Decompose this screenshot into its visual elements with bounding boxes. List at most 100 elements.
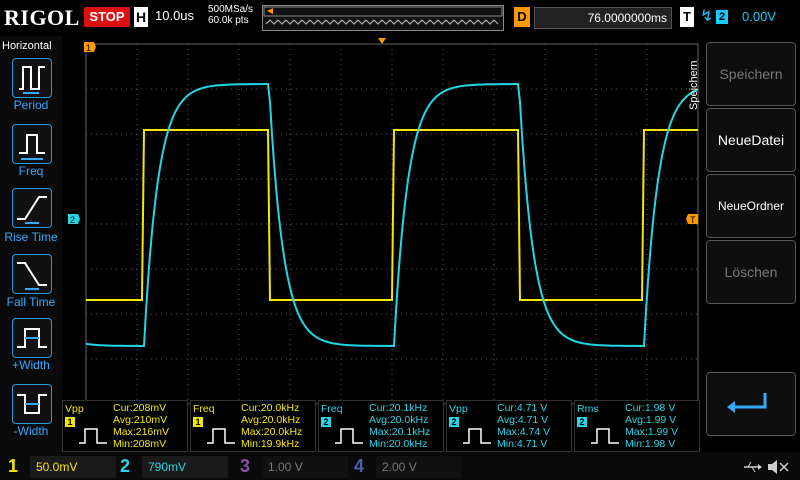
right-menu-title: Speichern — [688, 60, 700, 110]
sample-rate: 500MSa/s — [208, 4, 254, 15]
channel-1-scale[interactable]: 50.0mV — [30, 456, 116, 478]
measurement-channel: 2 — [449, 417, 459, 427]
channel-3-number[interactable]: 3 — [240, 454, 250, 478]
rise-time-button[interactable] — [12, 188, 52, 228]
memory-points: 60.0k pts — [208, 15, 249, 26]
measurement-icon — [207, 428, 235, 444]
measurement-name: Vpp — [65, 403, 84, 415]
channel-4-number[interactable]: 4 — [354, 454, 364, 478]
measurement-avg: Avg:4.71 V — [497, 414, 549, 426]
neg-width-button[interactable] — [12, 384, 52, 424]
measurement-cur: Cur:1.98 V — [625, 402, 676, 414]
measurement-icon — [591, 428, 619, 444]
channel-2-marker[interactable]: 2 — [68, 214, 80, 225]
pos-width-icon — [17, 328, 47, 348]
freq-label: Freq — [18, 164, 44, 178]
ch2-marker-label: 2 — [70, 215, 75, 225]
enter-return-icon — [727, 393, 767, 413]
measurement-min: Min:4.71 V — [497, 438, 548, 450]
speichern-button[interactable]: Speichern — [706, 42, 796, 106]
measurement-channel: 2 — [577, 417, 587, 427]
usb-icon — [744, 461, 762, 473]
trigger-channel: 2 — [716, 10, 728, 24]
measurement-min: Min:208mV — [113, 438, 167, 450]
speaker-mute-icon — [768, 460, 789, 474]
channel-2-scale[interactable]: 790mV — [142, 456, 228, 478]
measurement-max: Max:216mV — [113, 426, 170, 438]
waveform-display[interactable]: 1 2 T — [62, 36, 700, 452]
enter-button[interactable] — [706, 372, 796, 436]
pos-width-label: +Width — [12, 358, 50, 372]
period-label: Period — [13, 98, 49, 112]
period-button[interactable] — [12, 58, 52, 98]
channel-2-number[interactable]: 2 — [120, 454, 130, 478]
measurement-min: Min:19.9kHz — [241, 438, 300, 450]
measurement-cur: Cur:20.1kHz — [369, 402, 428, 414]
measurement-avg: Avg:210mV — [113, 414, 168, 426]
trigger-label: T — [680, 7, 694, 27]
pos-width-button[interactable] — [12, 318, 52, 358]
fall-time-button[interactable] — [12, 254, 52, 294]
measurement-name: Rms — [577, 403, 599, 415]
horizontal-label: H — [134, 7, 148, 27]
measurement-channel: 1 — [65, 417, 75, 427]
period-icon — [19, 66, 45, 94]
run-stop-indicator[interactable]: STOP — [84, 7, 130, 27]
status-icons — [744, 460, 789, 474]
timebase-value[interactable]: 10.0us — [155, 8, 194, 23]
measurement-channel: 1 — [193, 417, 203, 427]
memory-waveform-preview — [263, 6, 503, 25]
neg-width-icon — [17, 394, 47, 414]
measurement-icon — [335, 428, 363, 444]
measurement-avg: Avg:20.0kHz — [241, 414, 301, 426]
channel-1-number[interactable]: 1 — [8, 454, 18, 478]
freq-button[interactable] — [12, 124, 52, 164]
measurement-avg: Avg:20.0kHz — [369, 414, 429, 426]
channel-1-marker[interactable]: 1 — [84, 42, 96, 53]
measurement-item[interactable]: Freq 1 Cur:20.0kHz Avg:20.0kHz Max:20.0kHz Mi… — [190, 400, 316, 452]
measurement-max: Max:4.74 V — [497, 426, 551, 438]
measurement-max: Max:20.1kHz — [369, 426, 431, 438]
rise-time-icon — [17, 196, 47, 224]
memory-depth-strip[interactable] — [262, 5, 504, 31]
measurement-name: Freq — [193, 403, 215, 415]
measurement-max: Max:1.99 V — [625, 426, 679, 438]
neue-ordner-button[interactable]: NeueOrdner — [706, 174, 796, 238]
trigger-pointer-icon — [267, 8, 273, 14]
sample-rate-info: 500MSa/s 60.0k pts — [208, 4, 253, 26]
measurement-channel: 2 — [321, 417, 331, 427]
neg-width-label: -Width — [13, 424, 49, 438]
measurement-cur: Cur:4.71 V — [497, 402, 548, 414]
measurement-icon — [79, 428, 107, 444]
fall-time-label: Fall Time — [6, 295, 56, 309]
trigger-level-marker[interactable]: T — [686, 214, 698, 225]
measurement-item[interactable]: Freq 2 Cur:20.1kHz Avg:20.0kHz Max:20.1kHz Mi… — [318, 400, 444, 452]
ch1-marker-label: 1 — [86, 43, 91, 53]
delay-label: D — [514, 7, 530, 27]
loeschen-button[interactable]: Löschen — [706, 240, 796, 304]
measurement-min: Min:20.0kHz — [369, 438, 428, 450]
measurement-icon — [463, 428, 491, 444]
trigger-level[interactable]: 0.00V — [742, 9, 776, 24]
measurement-cur: Cur:208mV — [113, 402, 167, 414]
measurement-max: Max:20.0kHz — [241, 426, 303, 438]
measurement-name: Freq — [321, 403, 343, 415]
fall-time-icon — [17, 262, 47, 290]
delay-value[interactable]: 76.0000000ms — [534, 7, 672, 29]
brand-logo: RIGOL — [4, 5, 80, 30]
channel-4-scale[interactable]: 2.00 V — [376, 456, 462, 478]
measurement-item[interactable]: Vpp 1 Cur:208mV Avg:210mV Max:216mV Min:208mV — [62, 400, 188, 452]
rise-time-label: Rise Time — [4, 230, 58, 244]
measurement-cur: Cur:20.0kHz — [241, 402, 300, 414]
measurement-avg: Avg:1.99 V — [625, 414, 677, 426]
freq-icon — [19, 134, 45, 160]
channel-3-scale[interactable]: 1.00 V — [262, 456, 348, 478]
measurement-name: Vpp — [449, 403, 468, 415]
measurement-item[interactable]: Rms 2 Cur:1.98 V Avg:1.99 V Max:1.99 V Min:1.… — [574, 400, 700, 452]
measurement-min: Min:1.98 V — [625, 438, 676, 450]
rising-edge-icon: ↯ — [700, 8, 714, 25]
trigger-marker-label: T — [690, 215, 696, 225]
left-menu-title: Horizontal — [2, 40, 52, 52]
measurement-item[interactable]: Vpp 2 Cur:4.71 V Avg:4.71 V Max:4.74 V Min:4.… — [446, 400, 572, 452]
neue-datei-button[interactable]: NeueDatei — [706, 108, 796, 172]
